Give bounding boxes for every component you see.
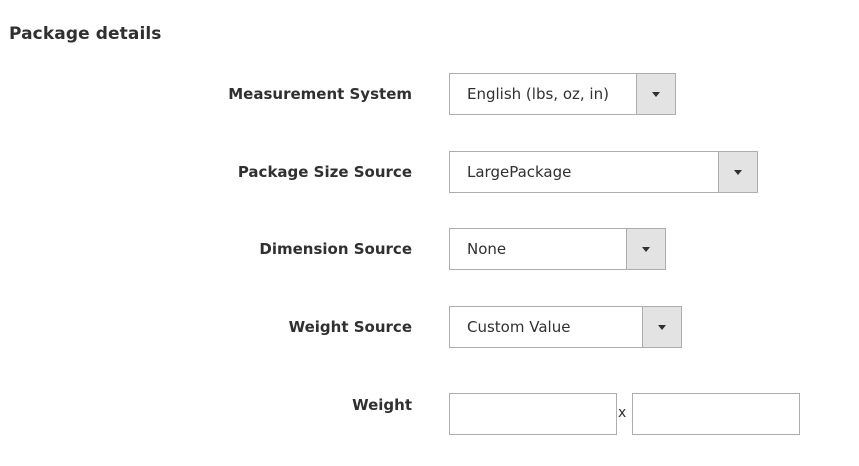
dimension-source-row: Dimension Source None xyxy=(0,228,859,270)
weight-source-label: Weight Source xyxy=(288,318,412,336)
measurement-system-select[interactable]: English (lbs, oz, in) xyxy=(449,73,676,115)
dimension-source-select[interactable]: None xyxy=(449,228,666,270)
package-size-source-label: Package Size Source xyxy=(237,163,412,181)
chevron-down-icon[interactable] xyxy=(642,307,681,347)
weight-input-1[interactable] xyxy=(449,393,617,435)
weight-source-select[interactable]: Custom Value xyxy=(449,306,682,348)
dimension-source-label: Dimension Source xyxy=(259,240,412,258)
measurement-system-label: Measurement System xyxy=(228,85,412,103)
chevron-down-icon[interactable] xyxy=(636,74,675,114)
section-title: Package details xyxy=(9,24,162,44)
weight-row: Weight x xyxy=(0,393,859,435)
weight-label: Weight xyxy=(352,396,412,414)
weight-input-2[interactable] xyxy=(632,393,800,435)
package-details-page: Package details Measurement System Engli… xyxy=(0,0,859,466)
measurement-system-value: English (lbs, oz, in) xyxy=(467,85,609,103)
package-size-source-value: LargePackage xyxy=(467,163,572,181)
measurement-system-row: Measurement System English (lbs, oz, in) xyxy=(0,73,859,115)
weight-source-value: Custom Value xyxy=(467,318,571,336)
chevron-down-icon[interactable] xyxy=(718,152,757,192)
weight-source-row: Weight Source Custom Value xyxy=(0,306,859,348)
weight-separator: x xyxy=(618,405,627,421)
chevron-down-icon[interactable] xyxy=(626,229,665,269)
package-size-source-row: Package Size Source LargePackage xyxy=(0,151,859,193)
dimension-source-value: None xyxy=(467,240,507,258)
package-size-source-select[interactable]: LargePackage xyxy=(449,151,758,193)
